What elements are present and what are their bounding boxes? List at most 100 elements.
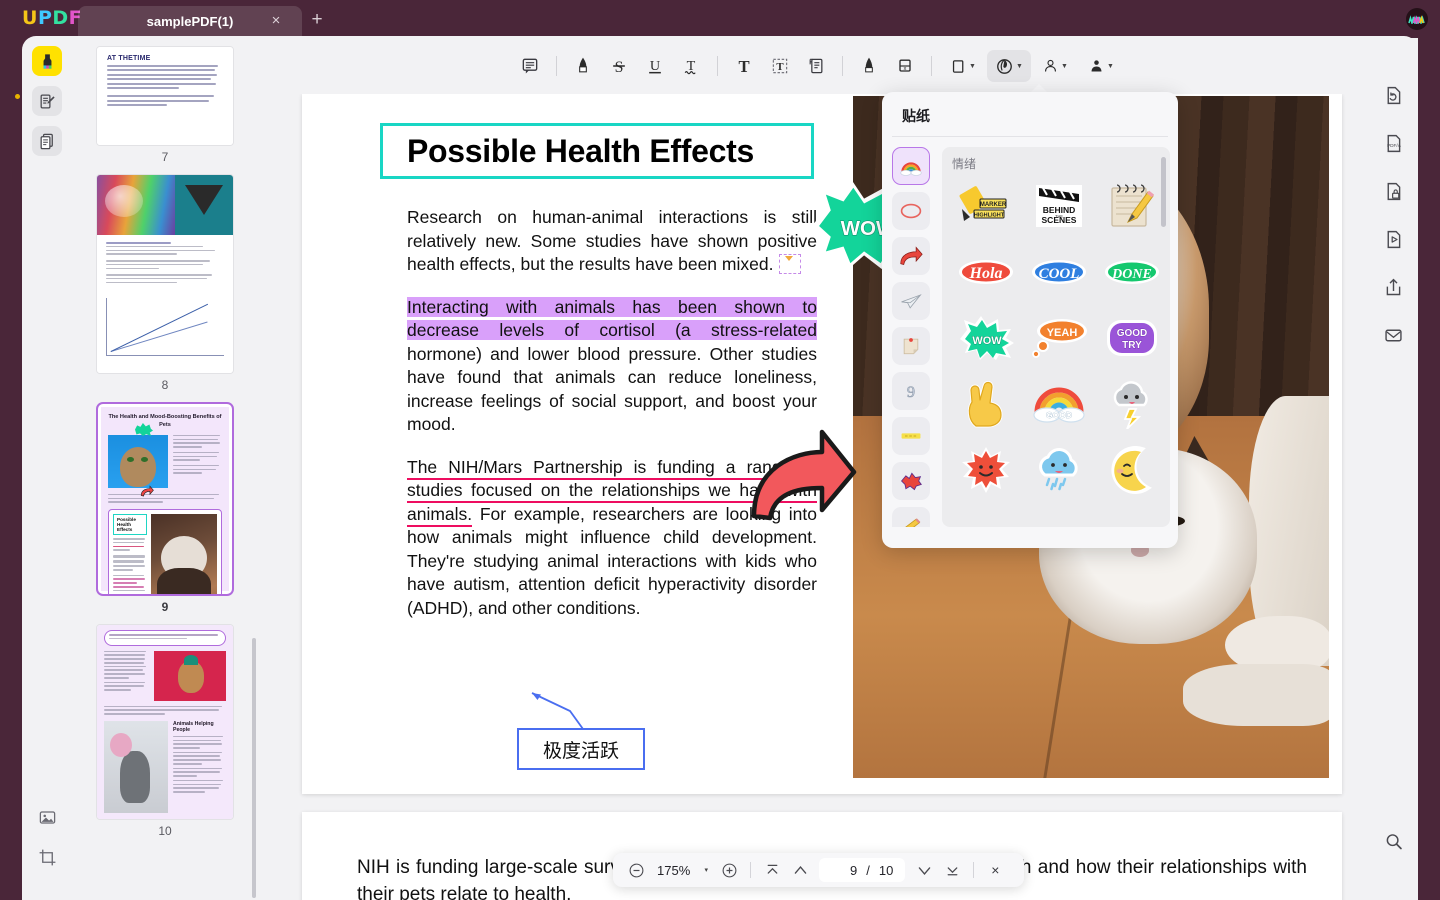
text-box-tool-button[interactable]: T — [763, 50, 797, 82]
chevron-down-icon — [918, 866, 931, 875]
sidebar-item-ocr[interactable] — [1376, 78, 1410, 112]
sticker-tool-button[interactable]: ▼ — [987, 50, 1031, 82]
sticker-behind-scenes[interactable]: BEHIND SCENES THE — [1025, 178, 1094, 234]
sidebar-item-pdfa[interactable]: PDF/A — [1376, 126, 1410, 160]
comment-tool-button[interactable] — [513, 50, 547, 82]
sticker-wow[interactable]: WOW — [952, 310, 1021, 366]
highlight-tool-button[interactable] — [566, 50, 600, 82]
sticker-hola[interactable]: Hola — [952, 244, 1021, 300]
page-title-annotation-box[interactable]: Possible Health Effects — [380, 123, 814, 179]
sticker-category-pencil[interactable] — [892, 507, 930, 527]
stamp-tool-button[interactable]: ▼ — [1033, 50, 1077, 82]
sun-sticker — [962, 447, 1011, 493]
close-icon[interactable]: × — [268, 13, 284, 29]
callout-text-box[interactable]: 极度活跃 — [517, 728, 645, 770]
document-viewport[interactable]: Possible Health Effects Research on huma… — [258, 94, 1378, 900]
sticker-storm-cloud[interactable] — [1097, 376, 1166, 432]
sidebar-item-edit[interactable] — [32, 86, 62, 116]
sticker-category-list[interactable]: 9 — [892, 147, 934, 527]
document-tab[interactable]: samplePDF(1) × — [78, 6, 302, 36]
sidebar-item-search[interactable] — [1376, 824, 1410, 858]
note-tool-button[interactable] — [799, 50, 833, 82]
text-box-icon: T — [772, 58, 788, 74]
divider — [750, 862, 752, 878]
wow-sticker: WOW — [960, 316, 1015, 360]
sidebar-item-organize[interactable] — [32, 126, 62, 156]
shape-tool-button[interactable]: ▼ — [941, 50, 985, 82]
sticker-yeah[interactable]: YEAH — [1025, 310, 1094, 366]
sticker-moon[interactable] — [1097, 442, 1166, 498]
sticker-cool[interactable]: COOL — [1025, 244, 1094, 300]
pen-tool-button[interactable] — [852, 50, 886, 82]
sticker-category-splat[interactable] — [892, 462, 930, 500]
hola-sticker: Hola — [959, 260, 1014, 284]
sticker-category-circle[interactable] — [892, 192, 930, 230]
chevron-down-icon[interactable]: ▼ — [1061, 63, 1068, 70]
thumbnail-page-7[interactable]: AT THETIME 7 — [72, 46, 258, 164]
last-page-button[interactable] — [939, 857, 965, 883]
comment-note-icon[interactable] — [779, 254, 802, 274]
next-page-button[interactable] — [911, 857, 937, 883]
sidebar-item-presentation[interactable] — [1376, 222, 1410, 256]
eraser-tool-button[interactable]: x — [888, 50, 922, 82]
highlight-annotation[interactable]: Interacting with animals has been shown … — [407, 296, 817, 340]
underline-tool-button[interactable]: U — [638, 50, 672, 82]
sidebar-item-annotate[interactable] — [32, 46, 62, 76]
sticker-category-number[interactable]: 9 — [892, 372, 930, 410]
zoom-level-value[interactable]: 175% — [651, 863, 696, 878]
thumbnail-page-9[interactable]: The Health and Mood-Boosting Benefits of… — [72, 402, 258, 614]
text-tool-button[interactable]: T — [727, 50, 761, 82]
previous-page-button[interactable] — [787, 857, 813, 883]
sticker-grid-container[interactable]: 情绪 MARKER HIGHLIGHT BEHIND SCENES THE Ho… — [942, 147, 1170, 527]
thumbnail-page-10[interactable]: Animals Helping People 10 — [72, 624, 258, 838]
thumbnail-image — [97, 175, 175, 235]
chevron-down-icon[interactable]: ▼ — [1107, 63, 1114, 70]
sticker-category-rainbow[interactable] — [892, 147, 930, 185]
thumbnail-page-8[interactable]: 8 — [72, 174, 258, 392]
svg-text:PDF/A: PDF/A — [1386, 143, 1401, 149]
sticker-panel-scrollbar[interactable] — [1161, 157, 1166, 227]
zoom-dropdown-icon[interactable]: ▾ — [698, 857, 714, 883]
thumbnail-panel[interactable]: AT THETIME 7 8 The Health and Mood-Boost… — [72, 38, 258, 900]
paragraph-1: Research on human-animal interactions is… — [407, 206, 817, 277]
sidebar-item-gallery[interactable] — [32, 802, 62, 832]
zoom-in-button[interactable] — [716, 857, 742, 883]
page-number-field[interactable]: / 10 — [819, 858, 906, 882]
sidebar-item-crop[interactable] — [32, 842, 62, 872]
sticker-highlighter[interactable]: MARKER HIGHLIGHT — [952, 178, 1021, 234]
sticker-category-marker[interactable] — [892, 417, 930, 455]
sticker-grid[interactable]: MARKER HIGHLIGHT BEHIND SCENES THE Hola … — [952, 178, 1166, 498]
thumbnail-selected-heading — [104, 630, 226, 646]
first-page-button[interactable] — [759, 857, 785, 883]
sidebar-item-share[interactable] — [1376, 270, 1410, 304]
sticker-rainbow[interactable]: GOOD — [1025, 376, 1094, 432]
page-navigation-toolbar[interactable]: 175% ▾ / 10 — [613, 853, 1024, 887]
zoom-out-button[interactable] — [623, 857, 649, 883]
sticker-sun[interactable] — [952, 442, 1021, 498]
sticker-category-paper-plane[interactable] — [892, 282, 930, 320]
avatar[interactable] — [1406, 8, 1428, 30]
squiggly-tool-button[interactable]: T — [674, 50, 708, 82]
close-toolbar-button[interactable]: × — [982, 857, 1008, 883]
thumbnail-number: 9 — [161, 600, 169, 614]
sticker-category-arrow[interactable] — [892, 237, 930, 275]
strikethrough-tool-button[interactable]: S — [602, 50, 636, 82]
sticker-category-sticky-note[interactable] — [892, 327, 930, 365]
sticker-peace-hand[interactable] — [952, 376, 1021, 432]
red-arrow-sticker[interactable] — [748, 426, 858, 522]
sidebar-item-protect[interactable] — [1376, 174, 1410, 208]
signature-tool-button[interactable]: ▼ — [1079, 50, 1123, 82]
new-tab-icon[interactable]: + — [306, 9, 328, 31]
sidebar-item-email[interactable] — [1376, 318, 1410, 352]
sticker-rain-cloud[interactable] — [1025, 442, 1094, 498]
chevron-down-icon[interactable]: ▼ — [1016, 63, 1023, 70]
sticker-good-try[interactable]: GOOD TRY — [1097, 310, 1166, 366]
page-number-input[interactable] — [831, 862, 858, 878]
sticker-done[interactable]: DONE — [1097, 244, 1166, 300]
svg-text:HIGHLIGHT: HIGHLIGHT — [974, 213, 1005, 219]
thumbnail-scrollbar[interactable] — [252, 638, 256, 898]
sticker-panel[interactable]: 贴纸 9 情绪 MARKER HIGHLIGHT BEHIND SCENES T… — [882, 92, 1178, 548]
sticker-notepad[interactable] — [1097, 178, 1166, 234]
chevron-down-icon[interactable]: ▼ — [969, 63, 976, 70]
pdf-page-9[interactable]: Possible Health Effects Research on huma… — [302, 94, 1342, 794]
